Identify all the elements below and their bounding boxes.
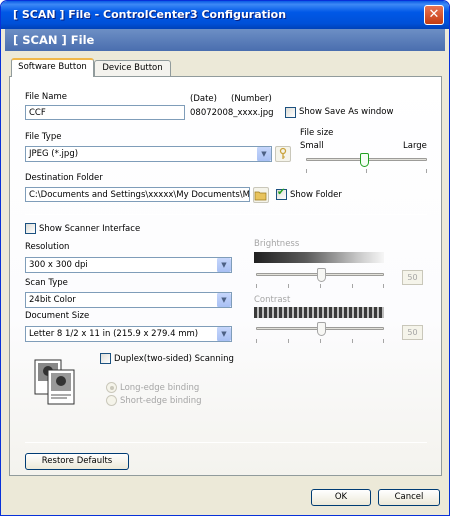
document-size-label: Document Size (25, 311, 90, 321)
brightness-gradient (254, 252, 384, 263)
resolution-label: Resolution (25, 242, 70, 252)
contrast-value[interactable]: 50 (402, 325, 423, 340)
configuration-window: [ SCAN ] File - ControlCenter3 Configura… (0, 0, 450, 516)
scan-type-value: 24bit Color (29, 295, 76, 305)
contrast-ticks (256, 339, 384, 343)
file-type-value: JPEG (*.jpg) (29, 149, 79, 159)
resolution-select[interactable]: 300 x 300 dpi ▼ (25, 257, 232, 273)
ok-button[interactable]: OK (311, 489, 371, 506)
duplex-checkbox[interactable] (100, 353, 111, 364)
destination-folder-label: Destination Folder (25, 173, 103, 183)
short-edge-label: Short-edge binding (120, 396, 202, 406)
file-size-ticks (306, 169, 427, 173)
show-save-as-checkbox[interactable] (285, 107, 296, 118)
title-bar[interactable]: [ SCAN ] File - ControlCenter3 Configura… (1, 1, 449, 29)
brightness-slider-thumb[interactable] (317, 268, 326, 282)
contrast-label: Contrast (254, 295, 291, 305)
restore-defaults-button[interactable]: Restore Defaults (25, 453, 129, 470)
chevron-down-icon[interactable]: ▼ (256, 147, 271, 161)
contrast-slider-thumb[interactable] (317, 322, 326, 336)
tab-software-button[interactable]: Software Button (11, 58, 94, 77)
file-size-slider-thumb[interactable] (360, 153, 369, 167)
file-name-suffix: 08072008_xxxx.jpg (190, 108, 274, 118)
long-edge-radio[interactable] (106, 382, 117, 393)
duplex-label: Duplex(two-sided) Scanning (114, 354, 234, 364)
chevron-down-icon[interactable]: ▼ (216, 258, 231, 272)
short-edge-radio[interactable] (106, 395, 117, 406)
key-icon[interactable] (275, 146, 291, 162)
resolution-value: 300 x 300 dpi (29, 260, 88, 270)
file-type-label: File Type (25, 132, 62, 142)
date-label: (Date) (190, 94, 217, 104)
file-size-label: File size (300, 128, 334, 138)
file-type-select[interactable]: JPEG (*.jpg) ▼ (25, 146, 272, 162)
scan-type-select[interactable]: 24bit Color ▼ (25, 292, 232, 308)
scan-type-label: Scan Type (25, 278, 68, 288)
cancel-button[interactable]: Cancel (378, 489, 440, 506)
contrast-gradient (254, 307, 384, 318)
show-folder-label: Show Folder (290, 190, 342, 200)
document-size-select[interactable]: Letter 8 1/2 x 11 in (215.9 x 279.4 mm) … (25, 326, 232, 342)
file-name-label: File Name (25, 92, 68, 102)
close-icon[interactable]: ✕ (424, 5, 444, 25)
window-title: [ SCAN ] File - ControlCenter3 Configura… (13, 8, 287, 21)
file-name-input[interactable]: CCF (25, 105, 185, 120)
document-size-value: Letter 8 1/2 x 11 in (215.9 x 279.4 mm) (29, 329, 199, 339)
page-header: [ SCAN ] File (5, 29, 445, 51)
show-save-as-label: Show Save As window (299, 107, 394, 117)
divider (25, 214, 427, 215)
destination-folder-input[interactable]: C:\Documents and Settings\xxxxx\My Docum… (25, 187, 250, 202)
chevron-down-icon[interactable]: ▼ (216, 327, 231, 341)
tab-device-button[interactable]: Device Button (94, 60, 171, 77)
number-label: (Number) (231, 94, 272, 104)
file-size-small-label: Small (300, 141, 324, 151)
show-folder-checkbox[interactable] (276, 187, 287, 200)
show-scanner-interface-label: Show Scanner Interface (39, 224, 141, 234)
brightness-value[interactable]: 50 (402, 270, 423, 285)
brightness-ticks (256, 284, 384, 288)
software-button-panel: File Name CCF (Date) (Number) 08072008_x… (9, 76, 442, 476)
show-scanner-interface-checkbox[interactable] (25, 223, 36, 234)
long-edge-label: Long-edge binding (120, 383, 200, 393)
folder-icon[interactable] (253, 187, 269, 203)
file-size-large-label: Large (403, 141, 427, 151)
brightness-label: Brightness (254, 239, 300, 249)
divider (25, 442, 427, 443)
chevron-down-icon[interactable]: ▼ (216, 293, 231, 307)
duplex-document-icon (33, 358, 77, 406)
